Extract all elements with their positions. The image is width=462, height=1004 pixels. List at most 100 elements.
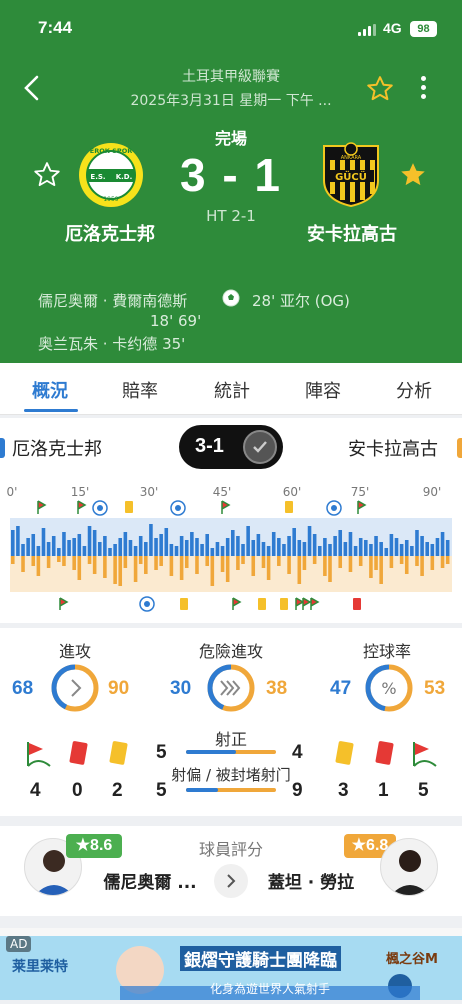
home-pressure-bar xyxy=(287,536,291,556)
home-pressure-bar xyxy=(404,540,409,556)
away-pressure-bar xyxy=(113,556,117,584)
away-pressure-bar xyxy=(87,556,92,564)
home-pressure-bar xyxy=(251,540,256,556)
more-options-icon[interactable] xyxy=(416,74,430,104)
away-pressure-bar xyxy=(133,556,138,582)
home-pressure-bar xyxy=(430,544,435,556)
away-pressure-bar xyxy=(399,556,404,564)
final-score: 3 - 1 xyxy=(179,149,283,201)
home-pressure-bar xyxy=(358,538,363,556)
home-pressure-bar xyxy=(123,532,128,556)
shots-off-target-home: 5 xyxy=(156,780,167,801)
tab-stats[interactable]: 統計 xyxy=(214,377,250,403)
tab-lineups[interactable]: 陣容 xyxy=(305,377,341,403)
away-player-name[interactable]: 蓋坦 · 勞拉 xyxy=(256,868,366,893)
home-pressure-bar xyxy=(149,524,153,556)
ad-banner[interactable]: AD 莱里莱特 銀熠守護騎士團降臨 化身為遊世界人氣射手 楓之谷M xyxy=(0,928,462,1000)
favorite-away-star-icon[interactable] xyxy=(398,160,428,190)
home-pressure-bar xyxy=(174,546,179,556)
corner-flag-icon xyxy=(59,597,69,610)
away-team-logo[interactable]: ANKARA GÜCÜ xyxy=(318,140,384,208)
dangerous-attack-label: 危險進攻 xyxy=(198,642,263,661)
home-pressure-bar xyxy=(108,548,112,556)
home-red-cards: 0 xyxy=(72,780,83,801)
favorite-home-star-icon[interactable] xyxy=(32,160,62,190)
chevron-right-icon[interactable] xyxy=(214,864,248,898)
back-arrow-icon[interactable] xyxy=(22,74,42,102)
away-color-bar xyxy=(457,438,462,458)
home-pressure-bar xyxy=(72,538,76,556)
home-pressure-bar xyxy=(312,534,317,556)
home-team-name[interactable]: 厄洛克士邦 xyxy=(30,220,190,246)
match-timeline: 0' 15' 30' 45' 60' 75' 90' xyxy=(0,478,462,618)
home-pressure-bar xyxy=(200,544,204,556)
svg-text:E.S.: E.S. xyxy=(90,173,105,181)
away-pressure-bar xyxy=(323,556,327,576)
away-pressure-bar xyxy=(77,556,82,580)
home-pressure-bar xyxy=(16,526,20,556)
timeline-tick-label: 90' xyxy=(423,485,442,499)
home-player-name[interactable]: 儒尼奥爾 ... xyxy=(90,868,210,893)
away-pressure-bar xyxy=(420,556,424,576)
home-pressure-bar xyxy=(261,542,266,556)
stats-card: 進攻 危險進攻 控球率 68 90 30 38 47 % 53 4 0 2 3 … xyxy=(0,628,462,816)
possession-home: 47 xyxy=(330,678,352,699)
timeline-tick-label: 0' xyxy=(7,485,18,499)
svg-text:EROK·SPOR: EROK·SPOR xyxy=(90,147,132,155)
home-pressure-bar xyxy=(87,526,92,556)
check-icon[interactable] xyxy=(243,430,277,464)
home-color-bar xyxy=(0,438,5,458)
away-pressure-bar xyxy=(21,556,25,572)
away-pressure-bar xyxy=(46,556,51,568)
attack-label: 進攻 xyxy=(58,642,91,661)
home-pressure-bar xyxy=(384,548,389,556)
away-pressure-bar xyxy=(277,556,281,566)
away-pressure-bar xyxy=(144,556,148,574)
away-pressure-bar xyxy=(205,556,209,566)
status-bar: 7:44 4G 98 xyxy=(0,18,462,42)
home-yellow-card-icon xyxy=(109,741,128,765)
yellow-card-icon xyxy=(258,598,266,610)
tab-odds[interactable]: 賠率 xyxy=(122,377,158,403)
tab-overview[interactable]: 概況 xyxy=(32,377,68,403)
attack-away: 90 xyxy=(108,678,130,699)
away-pressure-bar xyxy=(225,556,230,582)
home-pressure-bar xyxy=(364,540,368,556)
home-pressure-bar xyxy=(282,544,286,556)
player-rating-card[interactable]: ★8.6 儒尼奥爾 ... 球員評分 蓋坦 · 勞拉 ★6.8 xyxy=(0,826,462,916)
home-team-logo[interactable]: EROK·SPOR E.S. K.D. 1959 xyxy=(78,142,144,208)
home-pressure-bar xyxy=(435,538,440,556)
home-red-card-icon xyxy=(69,741,88,765)
tab-analysis[interactable]: 分析 xyxy=(396,377,432,403)
attack-home: 68 xyxy=(12,678,34,699)
home-pressure-bar xyxy=(67,540,71,556)
away-pressure-bar xyxy=(57,556,61,562)
favorite-match-star-icon[interactable] xyxy=(365,74,395,104)
home-pressure-bar xyxy=(26,538,30,556)
away-team-name[interactable]: 安卡拉高古 xyxy=(272,220,432,246)
score-toggle[interactable]: 3-1 xyxy=(179,425,283,469)
away-pressure-bar xyxy=(169,556,174,576)
away-pressure-bar xyxy=(62,556,66,566)
home-pressure-bar xyxy=(184,540,189,556)
corner-flag-icon xyxy=(37,500,47,514)
away-pressure-bar xyxy=(287,556,291,574)
home-pressure-bar xyxy=(389,534,394,556)
home-pressure-bar xyxy=(231,530,235,556)
home-pressure-bar xyxy=(205,534,209,556)
home-pressure-bar xyxy=(445,540,450,556)
home-pressure-bar xyxy=(394,538,399,556)
home-pressure-bar xyxy=(266,546,271,556)
away-corners: 5 xyxy=(418,780,429,801)
away-player-avatar[interactable] xyxy=(380,838,438,896)
possession-ring: % xyxy=(365,664,413,712)
home-pressure-bar xyxy=(57,548,61,556)
away-pressure-bar xyxy=(241,556,245,564)
home-pressure-bar xyxy=(399,544,404,556)
ad-headline: 銀熠守護騎士團降臨 xyxy=(180,946,341,971)
away-pressure-bar xyxy=(445,556,450,564)
player-rating-title: 球員評分 xyxy=(198,840,263,859)
home-pressure-bar xyxy=(246,526,250,556)
home-pressure-bar xyxy=(21,544,25,556)
home-pressure-bar xyxy=(225,538,230,556)
